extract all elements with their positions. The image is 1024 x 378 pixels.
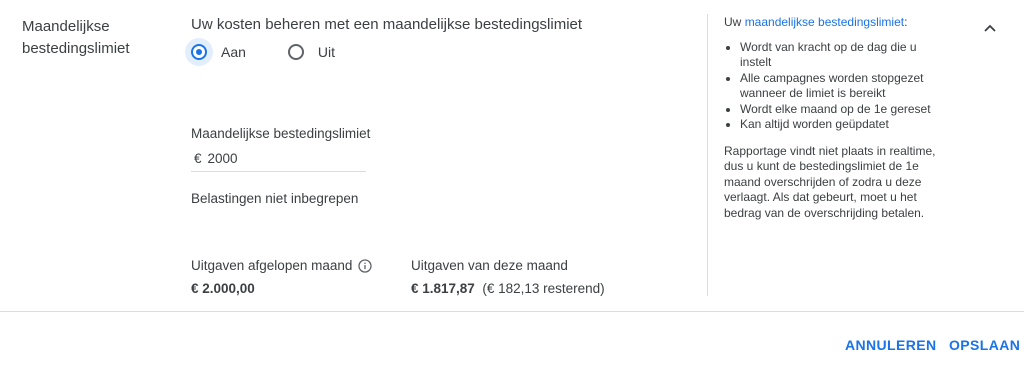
help-intro: Uw maandelijkse bestedingslimiet: — [724, 15, 949, 31]
section-label: Maandelijkse bestedingslimiet — [22, 18, 130, 57]
spend-this-month-label: Uitgaven van deze maand — [411, 258, 568, 273]
radio-on-label: Aan — [221, 44, 246, 60]
radio-off-label: Uit — [317, 44, 336, 60]
chevron-up-icon — [984, 24, 996, 32]
help-panel: Uw maandelijkse bestedingslimiet: Wordt … — [724, 15, 949, 221]
vertical-divider — [707, 14, 708, 296]
limit-toggle-group: Aan Uit — [191, 44, 377, 60]
radio-off-circle[interactable] — [287, 44, 304, 60]
spend-last-month-label: Uitgaven afgelopen maand — [191, 258, 373, 273]
spend-this-month-value: € 1.817,87 — [411, 281, 475, 296]
help-bullet-list: Wordt van kracht op de dag die u instelt… — [724, 40, 949, 133]
radio-on[interactable]: Aan — [191, 44, 246, 60]
help-bullet: Kan altijd worden geüpdatet — [740, 117, 949, 133]
help-paragraph: Rapportage vindt niet plaats in realtime… — [724, 143, 936, 220]
radio-on-circle[interactable] — [191, 44, 207, 60]
currency-prefix: € — [194, 151, 202, 166]
limit-amount-input[interactable]: € 2000 — [191, 146, 366, 172]
spend-remaining: (€ 182,13 resterend) — [482, 281, 605, 296]
radio-off[interactable]: Uit — [287, 44, 336, 60]
spend-this-month-value-row: € 1.817,87 (€ 182,13 resterend) — [411, 281, 605, 296]
limit-field-label: Maandelijkse bestedingslimiet — [191, 126, 371, 141]
help-bullet: Wordt elke maand op de 1e gereset — [740, 102, 949, 118]
help-intro-link[interactable]: maandelijkse bestedingslimiet — [745, 15, 904, 29]
horizontal-divider — [0, 311, 1024, 312]
help-intro-suffix: : — [904, 15, 908, 29]
help-intro-prefix: Uw — [724, 15, 742, 29]
spend-last-month-value: € 2.000,00 — [191, 281, 255, 296]
tax-note: Belastingen niet inbegrepen — [191, 191, 359, 206]
collapse-button[interactable] — [980, 18, 1000, 38]
help-bullet: Alle campagnes worden stopgezet wanneer … — [740, 71, 949, 102]
help-bullet: Wordt van kracht op de dag die u instelt — [740, 40, 949, 71]
limit-amount-value[interactable]: 2000 — [208, 151, 238, 166]
save-button[interactable]: OPSLAAN — [949, 337, 1020, 353]
cancel-button[interactable]: ANNULEREN — [845, 337, 937, 353]
info-icon[interactable] — [358, 258, 373, 273]
setting-heading: Uw kosten beheren met een maandelijkse b… — [191, 16, 583, 33]
spend-last-month-label-text: Uitgaven afgelopen maand — [191, 258, 353, 273]
